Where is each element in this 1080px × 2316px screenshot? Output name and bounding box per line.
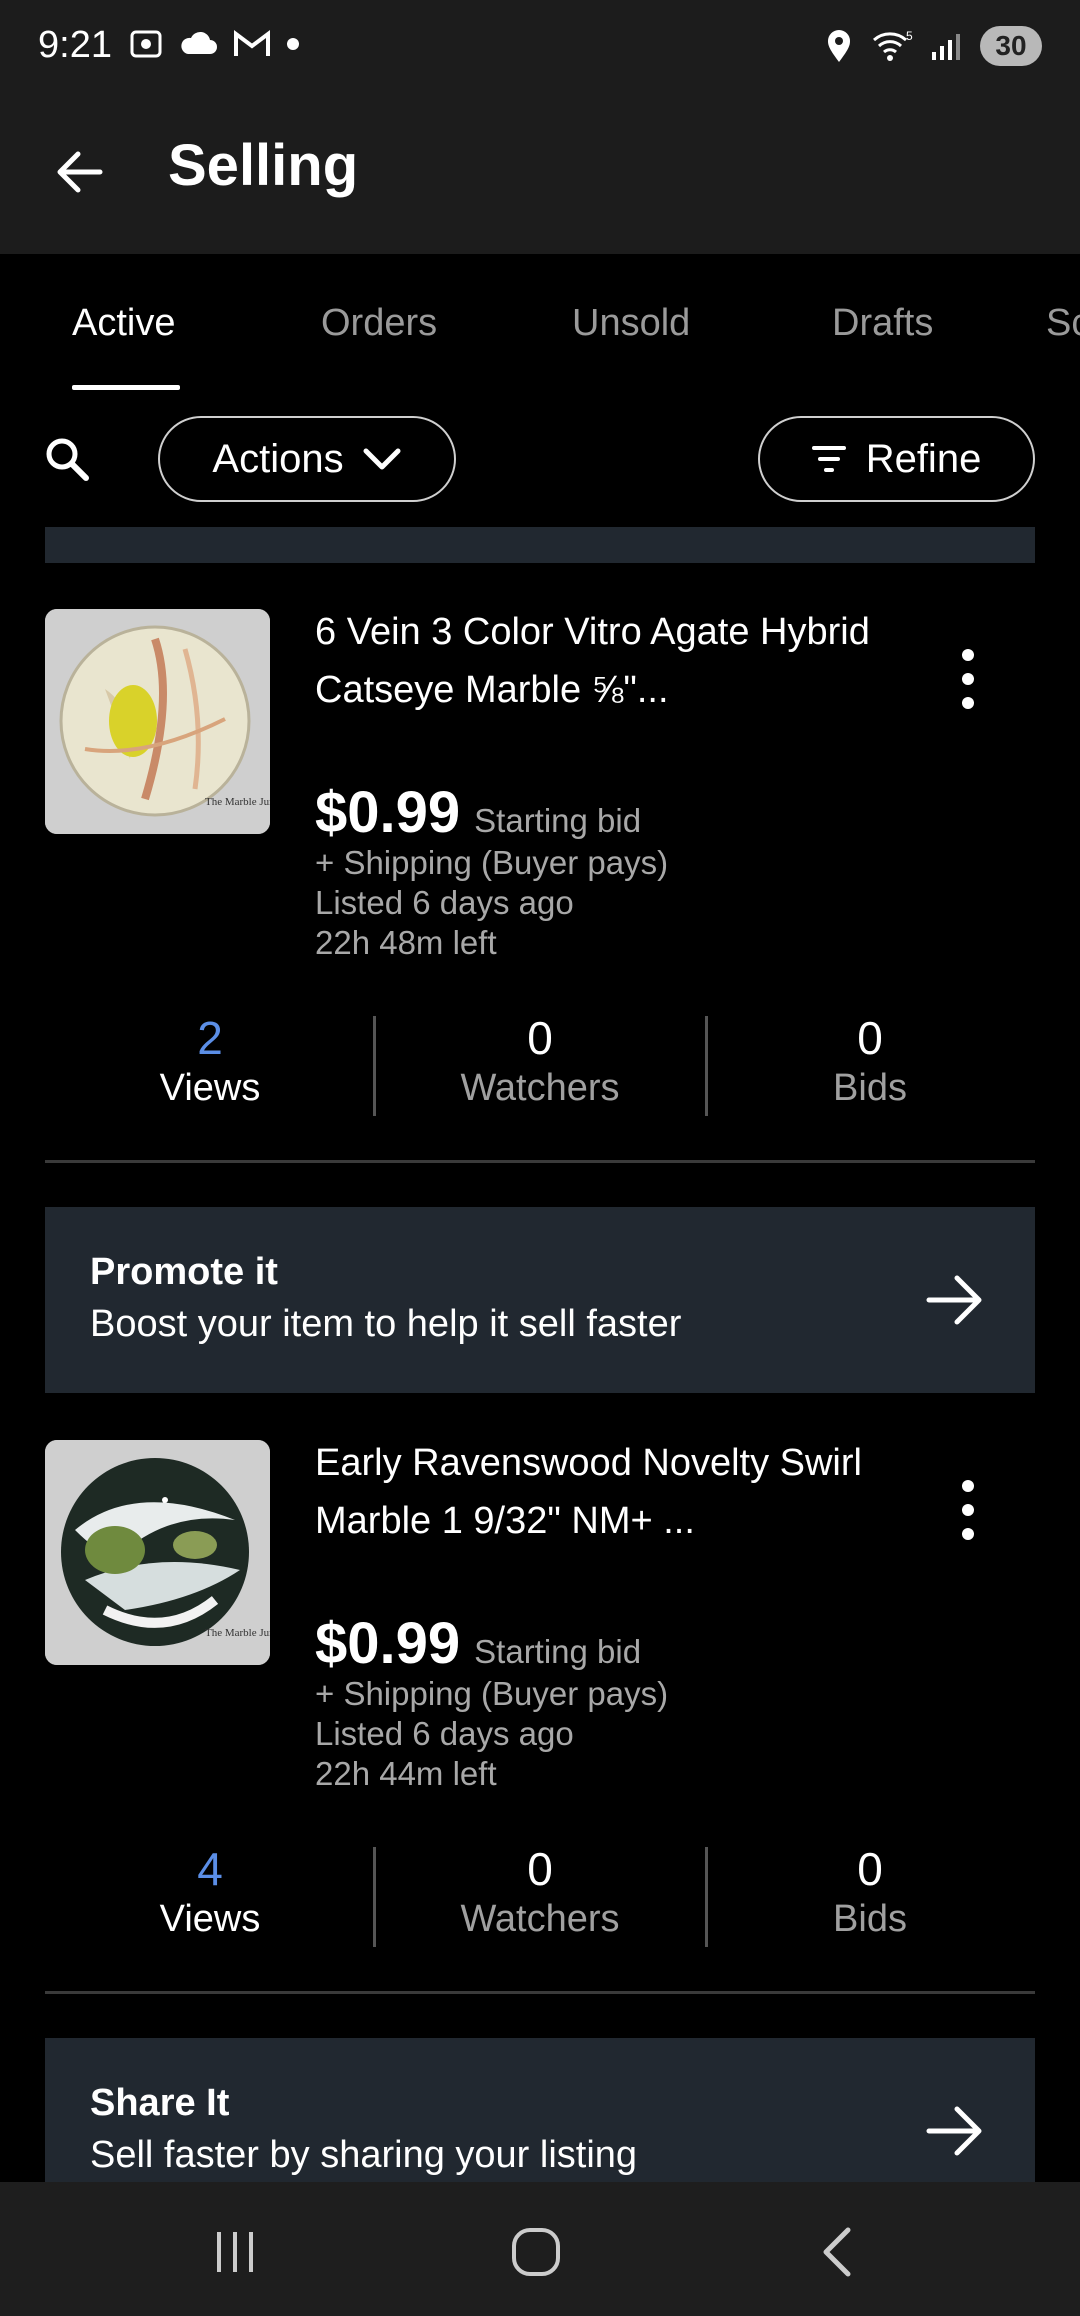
stat-views[interactable]: 2 Views bbox=[45, 1012, 375, 1112]
more-options-icon[interactable] bbox=[956, 1480, 980, 1540]
stat-watchers: 0 Watchers bbox=[375, 1843, 705, 1943]
promo-title: Promote it bbox=[90, 1251, 278, 1293]
arrow-right-icon bbox=[926, 1275, 982, 1325]
dot-icon bbox=[287, 38, 299, 50]
promote-card[interactable]: Promote it Boost your item to help it se… bbox=[45, 1207, 1035, 1393]
tab-scheduled[interactable]: Sc bbox=[1046, 302, 1080, 345]
recent-apps-icon bbox=[217, 2232, 253, 2272]
views-count: 4 bbox=[197, 1843, 223, 1895]
listing-thumbnail[interactable]: The Marble Junkie bbox=[45, 1440, 270, 1665]
search-icon bbox=[46, 438, 89, 481]
row-divider bbox=[45, 1991, 1035, 1994]
back-chevron-icon bbox=[823, 2227, 851, 2277]
promo-title: Share It bbox=[90, 2082, 230, 2124]
system-nav-bar bbox=[0, 2182, 1080, 2316]
signal-icon bbox=[932, 34, 960, 60]
home-icon bbox=[512, 2228, 560, 2276]
watchers-label: Watchers bbox=[460, 1898, 620, 1940]
system-icons: 5 30 bbox=[824, 26, 1042, 66]
watchers-label: Watchers bbox=[460, 1067, 620, 1109]
thumb-watermark: The Marble Junkie bbox=[205, 796, 270, 808]
views-label: Views bbox=[159, 1898, 261, 1940]
home-button[interactable] bbox=[506, 2222, 566, 2282]
listing-thumbnail[interactable]: The Marble Junkie bbox=[45, 609, 270, 834]
listed-date: Listed 6 days ago bbox=[315, 884, 574, 921]
time-left: 22h 44m left bbox=[315, 1755, 497, 1792]
listing-title[interactable]: Early Ravenswood Novelty Swirl Marble 1 … bbox=[315, 1434, 875, 1550]
back-button[interactable] bbox=[50, 142, 110, 202]
bids-label: Bids bbox=[833, 1898, 907, 1940]
bids-count: 0 bbox=[857, 1843, 883, 1895]
stat-watchers: 0 Watchers bbox=[375, 1012, 705, 1112]
gmail-icon bbox=[234, 30, 270, 56]
recent-apps-button[interactable] bbox=[205, 2222, 265, 2282]
listing-item[interactable]: The Marble Junkie Early Ravenswood Novel… bbox=[0, 1440, 1080, 2000]
row-divider bbox=[45, 1160, 1035, 1163]
status-time: 9:21 bbox=[38, 24, 112, 66]
chevron-down-icon bbox=[363, 448, 401, 470]
arrow-right-icon bbox=[926, 2106, 982, 2156]
status-bar: 9:21 5 30 bbox=[0, 0, 1080, 96]
stat-bids: 0 Bids bbox=[705, 1843, 1035, 1943]
bids-count: 0 bbox=[857, 1012, 883, 1064]
listing-stats: 2 Views 0 Watchers 0 Bids bbox=[45, 1012, 1035, 1122]
toolbar: Actions Refine bbox=[0, 394, 1080, 524]
refine-label: Refine bbox=[865, 436, 982, 481]
previous-card-edge bbox=[45, 527, 1035, 563]
active-tab-indicator bbox=[72, 385, 180, 390]
shipping-info: + Shipping (Buyer pays) bbox=[315, 1675, 669, 1712]
views-label: Views bbox=[159, 1067, 261, 1109]
tab-unsold[interactable]: Unsold bbox=[572, 302, 690, 345]
bids-label: Bids bbox=[833, 1067, 907, 1109]
stat-views[interactable]: 4 Views bbox=[45, 1843, 375, 1943]
stat-bids: 0 Bids bbox=[705, 1012, 1035, 1112]
location-icon bbox=[828, 30, 850, 62]
app-bar: Selling bbox=[0, 96, 1080, 254]
thumb-watermark: The Marble Junkie bbox=[205, 1627, 270, 1639]
tab-bar: Active Orders Unsold Drafts Sc bbox=[0, 254, 1080, 394]
battery-indicator: 30 bbox=[980, 26, 1042, 66]
back-arrow-icon bbox=[57, 151, 103, 193]
refine-button[interactable]: Refine bbox=[758, 416, 1035, 502]
wifi-label: 5 bbox=[906, 29, 913, 43]
listing-stats: 4 Views 0 Watchers 0 Bids bbox=[45, 1843, 1035, 1953]
marble-image-icon: The Marble Junkie bbox=[45, 1440, 270, 1665]
price: $0.99 bbox=[315, 780, 461, 845]
watchers-count: 0 bbox=[527, 1012, 553, 1064]
page-title: Selling bbox=[168, 133, 359, 198]
screenshot-icon bbox=[130, 30, 162, 58]
filter-icon bbox=[811, 446, 846, 472]
promo-subtitle: Sell faster by sharing your listing bbox=[90, 2134, 638, 2176]
share-card[interactable]: Share It Sell faster by sharing your lis… bbox=[45, 2038, 1035, 2182]
listed-date: Listed 6 days ago bbox=[315, 1715, 574, 1752]
price-note: Starting bid bbox=[474, 1633, 642, 1670]
marble-image-icon: The Marble Junkie bbox=[45, 609, 270, 834]
price: $0.99 bbox=[315, 1611, 461, 1676]
price-row: $0.99 Starting bid bbox=[315, 1610, 641, 1677]
price-row: $0.99 Starting bid bbox=[315, 779, 641, 846]
listing-item[interactable]: The Marble Junkie 6 Vein 3 Color Vitro A… bbox=[0, 609, 1080, 1169]
tab-active[interactable]: Active bbox=[72, 302, 175, 345]
notification-icons bbox=[128, 26, 300, 62]
search-button[interactable] bbox=[42, 434, 92, 484]
listing-title[interactable]: 6 Vein 3 Color Vitro Agate Hybrid Catsey… bbox=[315, 603, 875, 719]
time-left: 22h 48m left bbox=[315, 924, 497, 961]
tab-drafts[interactable]: Drafts bbox=[832, 302, 933, 345]
shipping-info: + Shipping (Buyer pays) bbox=[315, 844, 669, 881]
price-note: Starting bid bbox=[474, 802, 642, 839]
actions-dropdown-button[interactable]: Actions bbox=[158, 416, 456, 502]
wifi-icon: 5 bbox=[873, 29, 913, 61]
actions-label: Actions bbox=[212, 436, 344, 481]
system-back-button[interactable] bbox=[808, 2222, 868, 2282]
views-count: 2 bbox=[197, 1012, 223, 1064]
tab-orders[interactable]: Orders bbox=[321, 302, 437, 345]
watchers-count: 0 bbox=[527, 1843, 553, 1895]
more-options-icon[interactable] bbox=[956, 649, 980, 709]
promo-subtitle: Boost your item to help it sell faster bbox=[90, 1303, 682, 1345]
cloud-icon bbox=[181, 31, 217, 54]
